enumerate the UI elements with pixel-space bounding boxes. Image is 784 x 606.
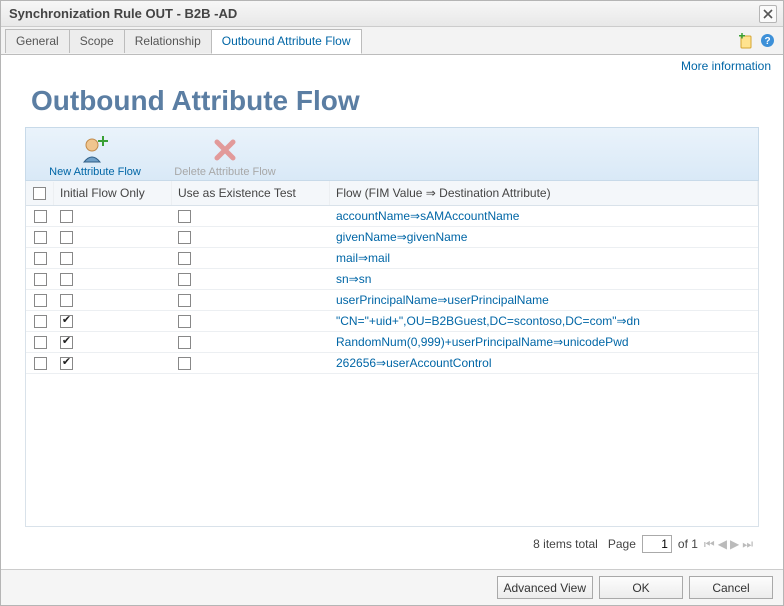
table-row[interactable]: 262656⇒userAccountControl: [26, 353, 758, 374]
existence-test-checkbox[interactable]: [178, 210, 191, 223]
pager: 8 items total Page of 1 ⏮ ◀ ▶ ⏭: [25, 527, 759, 561]
attribute-flow-grid: Initial Flow Only Use as Existence Test …: [25, 181, 759, 527]
select-all-checkbox[interactable]: [33, 187, 46, 200]
table-row[interactable]: sn⇒sn: [26, 269, 758, 290]
dialog-window: Synchronization Rule OUT - B2B -AD Gener…: [0, 0, 784, 606]
table-row[interactable]: mail⇒mail: [26, 248, 758, 269]
initial-flow-checkbox[interactable]: [60, 252, 73, 265]
header-select-all[interactable]: [26, 182, 54, 205]
table-row[interactable]: RandomNum(0,999)+userPrincipalName⇒unico…: [26, 332, 758, 353]
table-row[interactable]: "CN="+uid+",OU=B2BGuest,DC=scontoso,DC=c…: [26, 311, 758, 332]
flow-link[interactable]: givenName⇒givenName: [336, 230, 467, 244]
pager-total: 8 items total: [533, 537, 598, 551]
more-information-link[interactable]: More information: [681, 59, 771, 73]
delete-attribute-flow-label: Delete Attribute Flow: [174, 166, 276, 178]
initial-flow-checkbox[interactable]: [60, 315, 73, 328]
advanced-view-button[interactable]: Advanced View: [497, 576, 594, 599]
window-title: Synchronization Rule OUT - B2B -AD: [9, 6, 237, 21]
attribute-flow-toolbar: New Attribute Flow Delete Attribute Flow: [25, 127, 759, 181]
existence-test-checkbox[interactable]: [178, 252, 191, 265]
grid-body: accountName⇒sAMAccountName givenName⇒give…: [26, 206, 758, 526]
row-select-checkbox[interactable]: [34, 252, 47, 265]
row-select-checkbox[interactable]: [34, 357, 47, 370]
more-information-row: More information: [1, 55, 783, 75]
row-select-checkbox[interactable]: [34, 315, 47, 328]
initial-flow-checkbox[interactable]: [60, 357, 73, 370]
help-icon[interactable]: ?: [760, 33, 775, 48]
initial-flow-checkbox[interactable]: [60, 336, 73, 349]
new-attribute-flow-icon: [80, 134, 110, 166]
header-initial-flow: Initial Flow Only: [54, 181, 172, 205]
flow-link[interactable]: RandomNum(0,999)+userPrincipalName⇒unico…: [336, 335, 629, 349]
pager-of-label: of 1: [678, 537, 698, 551]
flow-link[interactable]: "CN="+uid+",OU=B2BGuest,DC=scontoso,DC=c…: [336, 314, 640, 328]
existence-test-checkbox[interactable]: [178, 273, 191, 286]
initial-flow-checkbox[interactable]: [60, 231, 73, 244]
flow-link[interactable]: mail⇒mail: [336, 251, 390, 265]
new-form-icon[interactable]: [738, 33, 754, 49]
existence-test-checkbox[interactable]: [178, 294, 191, 307]
delete-attribute-flow-icon: [212, 134, 238, 166]
new-attribute-flow-label: New Attribute Flow: [49, 166, 141, 178]
tab-general[interactable]: General: [5, 29, 70, 53]
row-select-checkbox[interactable]: [34, 294, 47, 307]
table-row[interactable]: accountName⇒sAMAccountName: [26, 206, 758, 227]
row-select-checkbox[interactable]: [34, 336, 47, 349]
close-icon: [763, 9, 773, 19]
existence-test-checkbox[interactable]: [178, 336, 191, 349]
ok-button[interactable]: OK: [599, 576, 683, 599]
tab-scope[interactable]: Scope: [69, 29, 125, 53]
tab-bar-icons: ?: [738, 33, 775, 49]
pager-buttons: ⏮ ◀ ▶ ⏭: [704, 537, 753, 552]
delete-attribute-flow-button: Delete Attribute Flow: [160, 134, 290, 178]
cancel-button[interactable]: Cancel: [689, 576, 773, 599]
existence-test-checkbox[interactable]: [178, 315, 191, 328]
title-bar: Synchronization Rule OUT - B2B -AD: [1, 1, 783, 27]
pager-prev-icon[interactable]: ◀: [718, 537, 727, 552]
pager-right: Page of 1 ⏮ ◀ ▶ ⏭: [608, 535, 753, 553]
page-title: Outbound Attribute Flow: [31, 85, 759, 117]
header-existence-test: Use as Existence Test: [172, 181, 330, 205]
pager-first-icon[interactable]: ⏮: [704, 537, 715, 552]
svg-text:?: ?: [764, 36, 770, 47]
pager-page-label: Page: [608, 537, 636, 551]
flow-link[interactable]: sn⇒sn: [336, 272, 371, 286]
flow-link[interactable]: accountName⇒sAMAccountName: [336, 209, 519, 223]
existence-test-checkbox[interactable]: [178, 231, 191, 244]
table-row[interactable]: givenName⇒givenName: [26, 227, 758, 248]
row-select-checkbox[interactable]: [34, 210, 47, 223]
grid-header: Initial Flow Only Use as Existence Test …: [26, 181, 758, 206]
initial-flow-checkbox[interactable]: [60, 210, 73, 223]
initial-flow-checkbox[interactable]: [60, 294, 73, 307]
existence-test-checkbox[interactable]: [178, 357, 191, 370]
dialog-footer: Advanced View OK Cancel: [1, 569, 783, 605]
header-flow: Flow (FIM Value ⇒ Destination Attribute): [330, 181, 758, 205]
content-area: Outbound Attribute Flow New Attribute Fl…: [1, 75, 783, 569]
flow-link[interactable]: 262656⇒userAccountControl: [336, 356, 491, 370]
pager-next-icon[interactable]: ▶: [730, 537, 739, 552]
tab-relationship[interactable]: Relationship: [124, 29, 212, 53]
initial-flow-checkbox[interactable]: [60, 273, 73, 286]
flow-link[interactable]: userPrincipalName⇒userPrincipalName: [336, 293, 549, 307]
pager-page-input[interactable]: [642, 535, 672, 553]
tab-outbound-attribute-flow[interactable]: Outbound Attribute Flow: [211, 29, 362, 54]
close-button[interactable]: [759, 5, 777, 23]
pager-last-icon[interactable]: ⏭: [742, 537, 753, 552]
table-row[interactable]: userPrincipalName⇒userPrincipalName: [26, 290, 758, 311]
row-select-checkbox[interactable]: [34, 231, 47, 244]
tab-bar: GeneralScopeRelationshipOutbound Attribu…: [1, 27, 783, 55]
row-select-checkbox[interactable]: [34, 273, 47, 286]
new-attribute-flow-button[interactable]: New Attribute Flow: [30, 134, 160, 178]
tab-list: GeneralScopeRelationshipOutbound Attribu…: [5, 28, 361, 53]
